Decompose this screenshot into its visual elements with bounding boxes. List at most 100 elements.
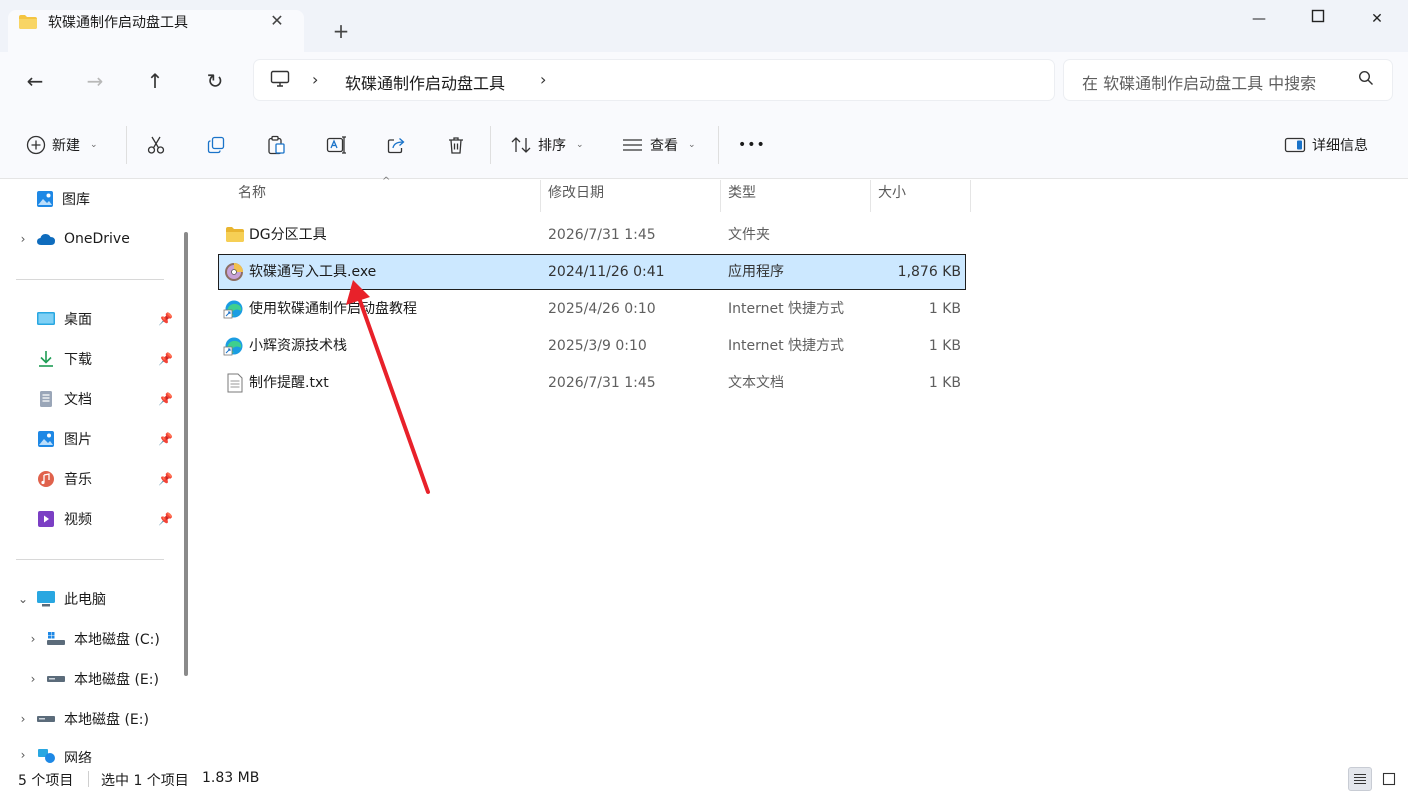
sidebar-item-this-pc[interactable]: ⌄ 此电脑 — [18, 588, 106, 610]
details-view-icon — [1354, 773, 1366, 785]
copy-button[interactable] — [206, 134, 226, 156]
sidebar-item-pictures[interactable]: 图片 — [18, 428, 92, 450]
sidebar-item-label: 音乐 — [64, 472, 92, 488]
new-tab-button[interactable]: + — [328, 18, 354, 44]
sidebar-item-videos[interactable]: 视频 — [18, 508, 92, 530]
pin-icon[interactable]: 📌 — [158, 432, 173, 446]
chevron-right-icon[interactable]: › — [18, 712, 28, 726]
sidebar-item-onedrive[interactable]: › OneDrive — [18, 228, 130, 250]
pin-icon[interactable]: 📌 — [158, 512, 173, 526]
details-label: 详细信息 — [1312, 138, 1368, 154]
sidebar-item-label: 本地磁盘 (E:) — [64, 712, 149, 728]
details-view-button[interactable] — [1348, 767, 1372, 791]
cloud-icon — [37, 234, 55, 245]
refresh-button[interactable]: ↻ — [198, 64, 232, 98]
maximize-icon — [1311, 9, 1325, 23]
chevron-right-icon[interactable]: › — [18, 232, 28, 246]
view-button[interactable]: 查看 ⌄ — [622, 134, 696, 156]
sort-button[interactable]: 排序 ⌄ — [510, 134, 584, 156]
sidebar-item-documents[interactable]: 文档 — [18, 388, 92, 410]
download-icon — [39, 351, 53, 367]
new-button[interactable]: 新建 ⌄ — [26, 134, 98, 156]
column-header-name[interactable]: 名称 — [238, 182, 266, 210]
breadcrumb-chevron-icon[interactable]: › — [312, 70, 318, 89]
sidebar-item-music[interactable]: 音乐 — [18, 468, 92, 490]
column-divider[interactable] — [720, 180, 721, 212]
tab-close-button[interactable]: ✕ — [266, 10, 288, 32]
file-row[interactable]: 制作提醒.txt 2026/7/31 1:45 文本文档 1 KB — [219, 366, 965, 400]
sidebar-item-drive-c[interactable]: › 本地磁盘 (C:) — [28, 628, 160, 650]
this-pc-icon — [37, 591, 55, 607]
minimize-button[interactable]: — — [1236, 6, 1282, 32]
column-divider[interactable] — [870, 180, 871, 212]
sidebar-divider — [16, 559, 164, 560]
delete-button[interactable] — [446, 134, 466, 156]
search-input[interactable]: 在 软碟通制作启动盘工具 中搜索 — [1082, 70, 1316, 94]
sidebar-item-label: 图库 — [62, 192, 90, 208]
file-row[interactable]: 小辉资源技术栈 2025/3/9 0:10 Internet 快捷方式 1 KB — [219, 329, 965, 363]
share-button[interactable] — [386, 134, 406, 156]
sidebar-item-network[interactable]: › 网络 — [18, 748, 92, 763]
network-icon — [38, 749, 55, 763]
text-file-icon — [226, 373, 244, 397]
sidebar-scrollbar[interactable] — [184, 232, 188, 676]
column-divider[interactable] — [970, 180, 971, 212]
copy-icon — [207, 136, 225, 154]
sidebar-item-drive-e[interactable]: › 本地磁盘 (E:) — [18, 708, 149, 730]
file-modified: 2026/7/31 1:45 — [548, 375, 656, 391]
file-row-selected[interactable]: 软碟通写入工具.exe 2024/11/26 0:41 应用程序 1,876 K… — [218, 254, 966, 290]
sidebar-item-label: 桌面 — [64, 312, 92, 328]
sidebar-item-drive-e-sub[interactable]: › 本地磁盘 (E:) — [28, 668, 159, 690]
file-type: Internet 快捷方式 — [728, 338, 845, 354]
up-button[interactable]: ↑ — [138, 64, 172, 98]
pin-icon[interactable]: 📌 — [158, 352, 173, 366]
file-name: DG分区工具 — [249, 227, 327, 243]
trash-icon — [449, 137, 463, 154]
forward-button[interactable]: → — [78, 64, 112, 98]
file-size: 1 KB — [928, 375, 961, 391]
column-header-size[interactable]: 大小 — [878, 182, 906, 210]
paste-button[interactable] — [266, 134, 286, 156]
pictures-icon — [38, 431, 54, 447]
monitor-icon[interactable] — [270, 70, 290, 92]
chevron-down-icon[interactable]: ⌄ — [18, 592, 28, 606]
file-row[interactable]: 使用软碟通制作启动盘教程 2025/4/26 0:10 Internet 快捷方… — [219, 292, 965, 326]
cut-button[interactable] — [146, 134, 166, 156]
sidebar-item-desktop[interactable]: 桌面 — [18, 308, 92, 330]
pin-icon[interactable]: 📌 — [158, 472, 173, 486]
tiles-view-button[interactable] — [1377, 767, 1401, 791]
chevron-right-icon[interactable]: › — [18, 748, 28, 762]
file-row[interactable]: DG分区工具 2026/7/31 1:45 文件夹 — [219, 218, 965, 252]
back-button[interactable]: ← — [18, 64, 52, 98]
pin-icon[interactable]: 📌 — [158, 312, 173, 326]
chevron-down-icon: ⌄ — [90, 140, 98, 150]
breadcrumb-current[interactable]: 软碟通制作启动盘工具 — [345, 70, 505, 94]
maximize-button[interactable] — [1295, 6, 1341, 32]
file-name: 小辉资源技术栈 — [249, 338, 347, 354]
sidebar-item-downloads[interactable]: 下载 — [18, 348, 92, 370]
sidebar-item-label: 下载 — [64, 352, 92, 368]
file-type: 文本文档 — [728, 375, 784, 391]
pin-icon[interactable]: 📌 — [158, 392, 173, 406]
sidebar-item-gallery[interactable]: 图库 — [18, 188, 90, 210]
breadcrumb-chevron-icon[interactable]: › — [540, 70, 546, 89]
column-divider[interactable] — [540, 180, 541, 212]
column-header-modified[interactable]: 修改日期 — [548, 182, 604, 210]
close-window-button[interactable]: ✕ — [1354, 6, 1400, 32]
more-options-button[interactable]: ••• — [738, 134, 766, 156]
column-header-type[interactable]: 类型 — [728, 182, 756, 210]
sidebar-item-label: 此电脑 — [64, 592, 106, 608]
drive-icon — [37, 716, 55, 722]
file-type: Internet 快捷方式 — [728, 301, 845, 317]
chevron-right-icon[interactable]: › — [28, 672, 38, 686]
file-modified: 2025/4/26 0:10 — [548, 301, 656, 317]
toolbar-divider — [718, 126, 719, 164]
details-pane-button[interactable]: 详细信息 — [1284, 134, 1368, 156]
rename-button[interactable] — [326, 134, 348, 156]
chevron-down-icon: ⌄ — [576, 140, 584, 150]
sidebar-item-label: 本地磁盘 (C:) — [74, 632, 160, 648]
chevron-right-icon[interactable]: › — [28, 632, 38, 646]
toolbar-divider — [126, 126, 127, 164]
share-icon — [387, 138, 405, 154]
folder-icon — [225, 226, 245, 247]
